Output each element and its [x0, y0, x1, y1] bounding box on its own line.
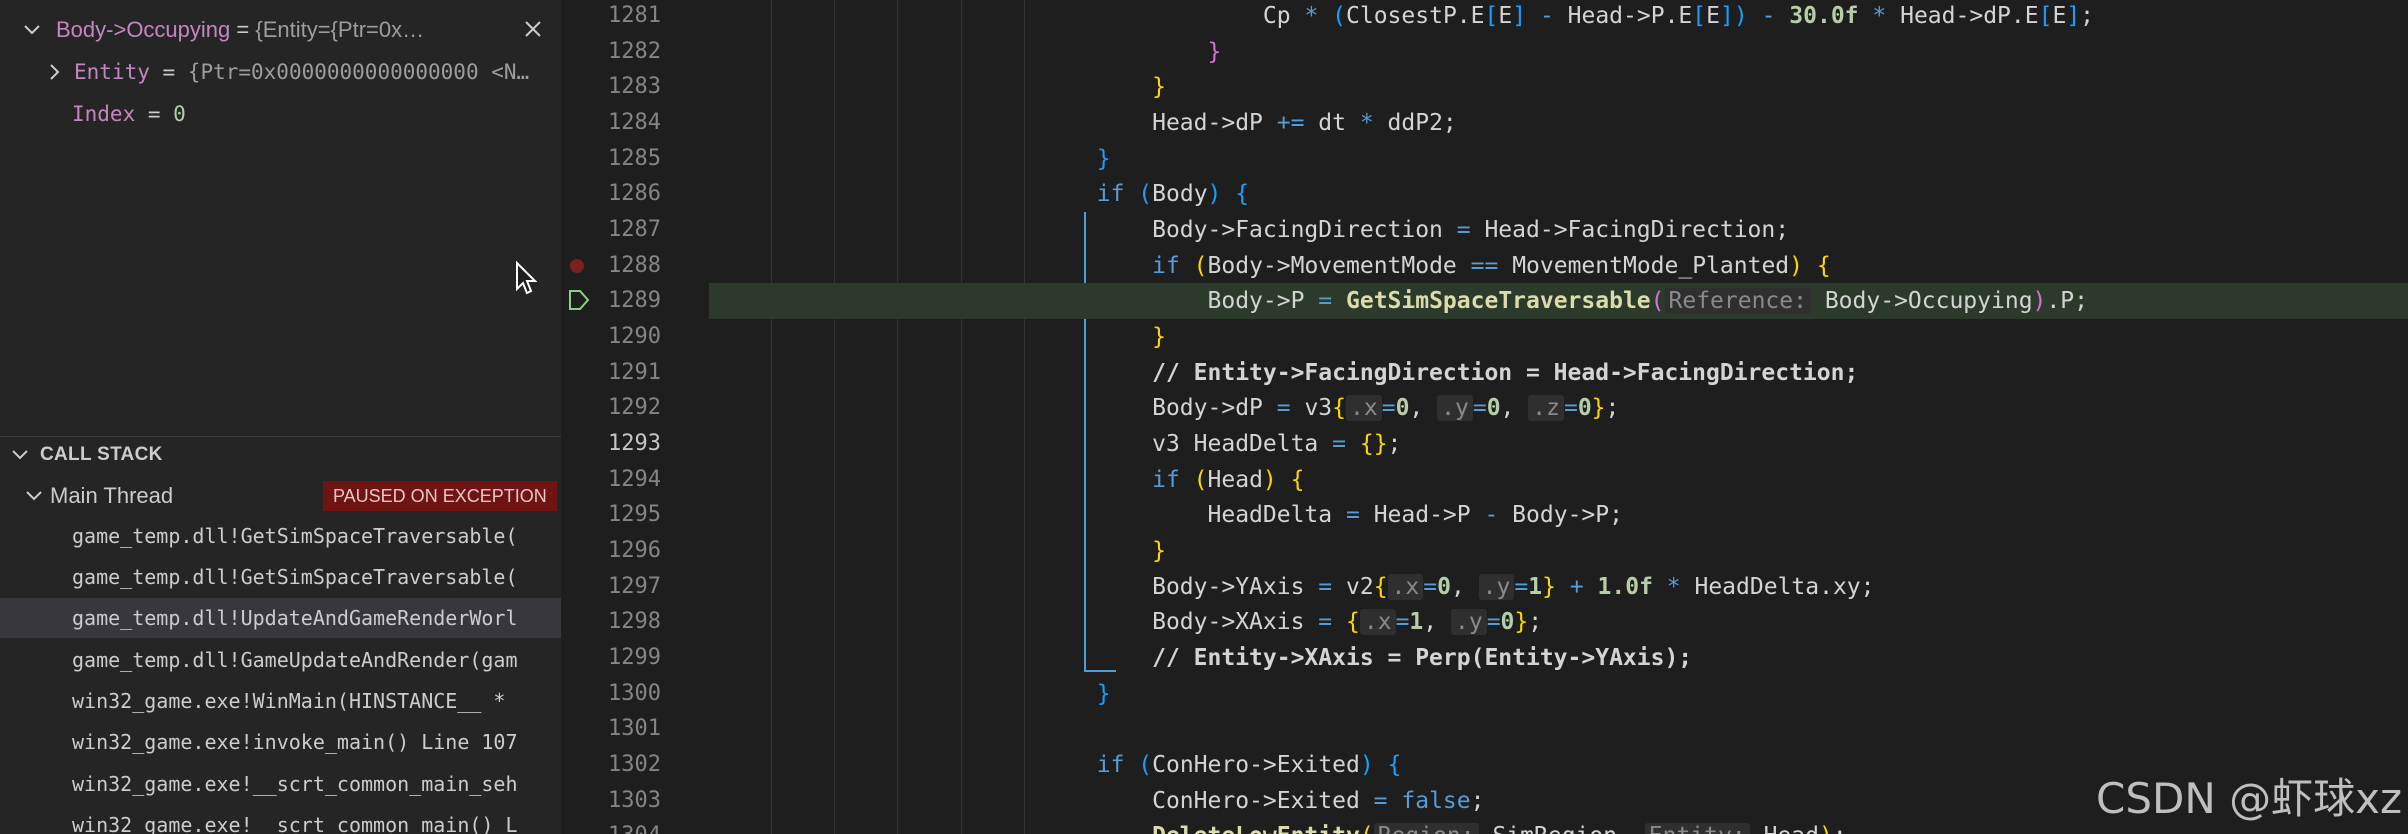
watch-panel: Body->Occupying = {Entity={Ptr=0x… Entit…	[0, 0, 561, 430]
paused-status-badge: PAUSED ON EXCEPTION	[323, 481, 557, 511]
code-editor[interactable]: 1281 1282 1283 1284 1285 1286 1287 1288 …	[561, 0, 2408, 834]
watch-expression-name: Body->Occupying	[56, 16, 231, 42]
code-line[interactable]: if (Body->MovementMode == MovementMode_P…	[709, 248, 2408, 284]
watch-child-index-row[interactable]: Index = 0	[0, 93, 561, 134]
watermark: CSDN @虾球xz	[2096, 774, 2402, 823]
stack-frame[interactable]: win32_game.exe!__scrt_common_main() L	[0, 805, 561, 834]
chevron-right-icon[interactable]	[42, 60, 66, 84]
line-number: 1291	[608, 360, 661, 385]
line-number: 1285	[608, 146, 661, 171]
mouse-pointer-icon	[516, 261, 538, 295]
line-number: 1294	[608, 467, 661, 492]
line-number: 1297	[608, 574, 661, 599]
watch-equals: =	[149, 59, 188, 84]
stack-frame-selected[interactable]: game_temp.dll!UpdateAndGameRenderWorl	[0, 598, 561, 638]
debug-sidebar: Body->Occupying = {Entity={Ptr=0x… Entit…	[0, 0, 561, 834]
code-line[interactable]: Body->FacingDirection = Head->FacingDire…	[709, 212, 2408, 248]
line-number: 1295	[608, 502, 661, 527]
watch-equals: =	[135, 101, 174, 126]
chevron-down-icon[interactable]	[20, 18, 44, 42]
parameter-hint: Reference:	[1664, 288, 1811, 314]
code-line-current[interactable]: v3 HeadDelta = {};	[709, 426, 2408, 462]
call-stack-header[interactable]: CALL STACK	[0, 436, 561, 473]
line-number: 1302	[608, 752, 661, 777]
line-number: 1284	[608, 110, 661, 135]
code-line[interactable]: }	[709, 533, 2408, 569]
line-number: 1298	[608, 609, 661, 634]
close-icon[interactable]	[519, 15, 547, 43]
line-number: 1292	[608, 395, 661, 420]
line-number: 1286	[608, 181, 661, 206]
watch-child-index-value: 0	[173, 101, 186, 126]
vscode-debug-window: Body->Occupying = {Entity={Ptr=0x… Entit…	[0, 0, 2408, 834]
watch-child-index-name: Index	[72, 101, 136, 126]
code-line[interactable]: }	[709, 34, 2408, 70]
line-number: 1296	[608, 538, 661, 563]
stack-frame[interactable]: game_temp.dll!GameUpdateAndRender(gam	[0, 640, 561, 680]
line-number: 1300	[608, 681, 661, 706]
code-line[interactable]	[709, 711, 2408, 747]
line-number: 1281	[608, 3, 661, 28]
code-line[interactable]: // Entity->FacingDirection = Head->Facin…	[709, 355, 2408, 391]
code-line[interactable]: // Entity->XAxis = Perp(Entity->YAxis);	[709, 640, 2408, 676]
stack-frame[interactable]: win32_game.exe!__scrt_common_main_seh	[0, 764, 561, 804]
code-area[interactable]: Cp * (ClosestP.E[E] - Head->P.E[E]) - 30…	[709, 0, 2408, 834]
code-line[interactable]: }	[709, 676, 2408, 712]
thread-name: Main Thread	[50, 483, 174, 508]
call-stack-title: CALL STACK	[40, 444, 163, 465]
parameter-hint: Region:	[1373, 823, 1479, 834]
line-number: 1287	[608, 217, 661, 242]
stack-frame[interactable]: win32_game.exe!invoke_main() Line 107	[0, 722, 561, 762]
watch-equals: =	[230, 16, 256, 42]
thread-row[interactable]: Main Thread PAUSED ON EXCEPTION	[0, 476, 561, 516]
code-line[interactable]: if (Body) {	[709, 176, 2408, 212]
stack-frame[interactable]: game_temp.dll!GetSimSpaceTraversable(	[0, 557, 561, 597]
code-line[interactable]: Body->dP = v3{.x =0, .y =0, .z =0};	[709, 390, 2408, 426]
code-line[interactable]: if (Head) {	[709, 462, 2408, 498]
watch-child-entity-name: Entity	[74, 59, 150, 84]
code-line[interactable]: Body->YAxis = v2{.x =0, .y =1} + 1.0f * He…	[709, 569, 2408, 605]
chevron-down-icon[interactable]	[22, 484, 46, 508]
line-number: 1283	[608, 74, 661, 99]
line-number: 1303	[608, 788, 661, 813]
chevron-down-icon[interactable]	[8, 443, 32, 467]
watch-expression-row[interactable]: Body->Occupying = {Entity={Ptr=0x…	[0, 9, 561, 50]
code-line[interactable]: HeadDelta = Head->P - Body->P;	[709, 497, 2408, 533]
stack-frame[interactable]: win32_game.exe!WinMain(HINSTANCE__ *	[0, 681, 561, 721]
code-line[interactable]: }	[709, 69, 2408, 105]
line-number: 1304	[561, 818, 661, 834]
breakpoint-icon[interactable]	[570, 259, 584, 273]
parameter-hint: Entity:	[1644, 823, 1750, 834]
code-line[interactable]: }	[709, 319, 2408, 355]
code-line[interactable]: Head->dP += dt * ddP2;	[709, 105, 2408, 141]
watch-expression-value: {Entity={Ptr=0x…	[255, 16, 425, 42]
editor-gutter[interactable]: 1281 1282 1283 1284 1285 1286 1287 1288 …	[561, 0, 709, 834]
exception-stack-frame-icon	[569, 290, 590, 310]
watch-child-entity-row[interactable]: Entity = {Ptr=0x0000000000000000 <N…	[0, 51, 561, 92]
line-number: 1282	[608, 39, 661, 64]
stack-frame[interactable]: game_temp.dll!GetSimSpaceTraversable(	[0, 516, 561, 556]
line-number: 1299	[608, 645, 661, 670]
code-line[interactable]: Body->XAxis = {.x =1, .y =0};	[709, 604, 2408, 640]
exception-code-line[interactable]: Body->P = GetSimSpaceTraversable(Referen…	[709, 283, 2408, 319]
line-number: 1290	[608, 324, 661, 349]
line-number: 1301	[608, 716, 661, 741]
code-line[interactable]: Cp * (ClosestP.E[E] - Head->P.E[E]) - 30…	[709, 0, 2408, 34]
watch-child-entity-value: {Ptr=0x0000000000000000 <N…	[187, 59, 530, 84]
line-number-current: 1293	[608, 431, 661, 456]
code-line[interactable]: }	[709, 141, 2408, 177]
